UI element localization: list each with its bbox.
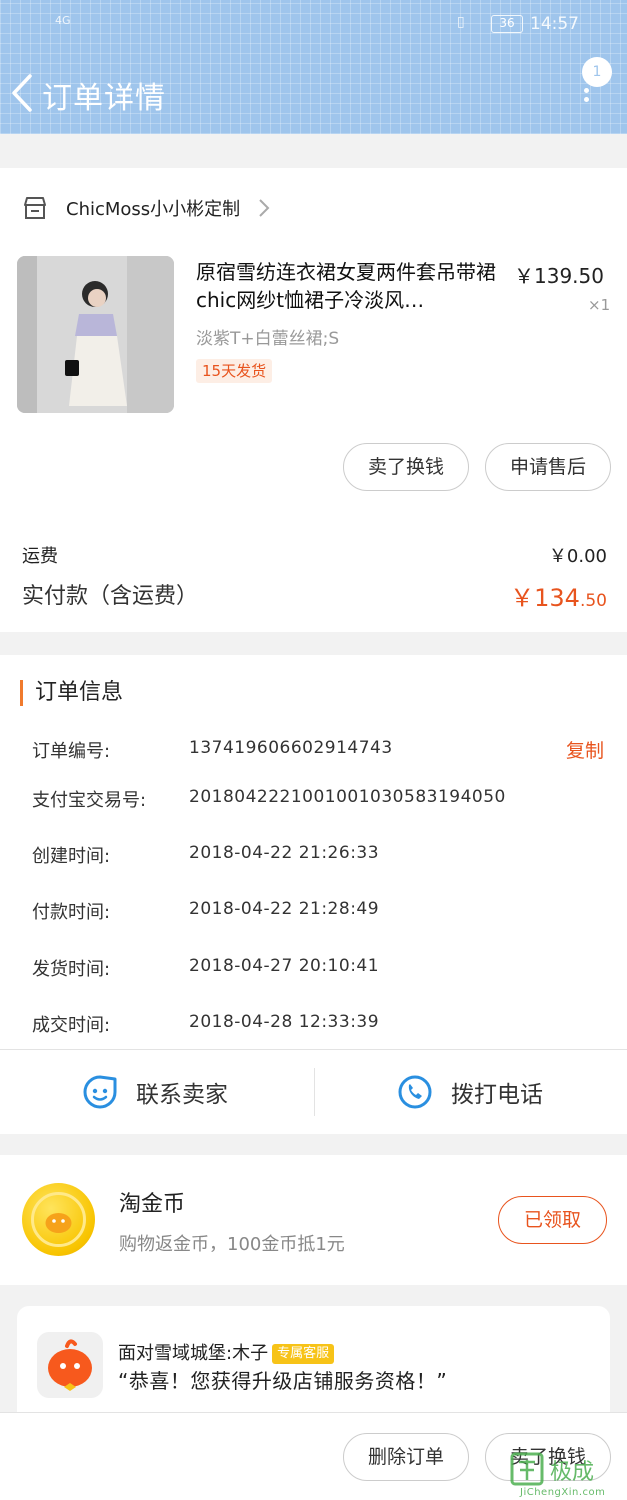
vibrate-icon: ▯ (457, 14, 465, 30)
back-button[interactable] (8, 72, 38, 114)
chat-bubble-icon (83, 1075, 117, 1109)
order-number-value: 137419606602914743 (189, 738, 393, 758)
order-number-label: 订单编号: (32, 741, 111, 762)
product-title[interactable]: 原宿雪纺连衣裙女夏两件套吊带裙chic网纱t恤裙子冷淡风… (196, 258, 496, 314)
battery-indicator: 36 (491, 15, 523, 33)
more-menu-button[interactable] (582, 88, 590, 110)
amount-paid-decimal: .50 (579, 591, 607, 611)
shop-icon (24, 197, 46, 219)
order-info-title: 订单信息 (20, 680, 123, 706)
contact-seller-button[interactable]: 联系卖家 (82, 1064, 228, 1120)
service-message: “恭喜！您获得升级店铺服务资格！” (118, 1369, 448, 1393)
amount-paid-value: ￥134.50 (510, 578, 607, 613)
shipped-time-value: 2018-04-27 20:10:41 (189, 956, 380, 976)
divider (0, 1049, 627, 1050)
call-phone-button[interactable]: 拨打电话 (397, 1064, 543, 1120)
coins-title: 淘金币 (119, 1192, 186, 1217)
delete-order-button[interactable]: 删除订单 (343, 1433, 469, 1481)
coins-description: 购物返金币，100金币抵1元 (119, 1234, 345, 1255)
more-dot-icon (583, 88, 589, 93)
service-avatar (37, 1332, 103, 1398)
shipping-tag: 15天发货 (196, 359, 273, 383)
watermark-text: 极成 (550, 1460, 595, 1485)
status-bar: 4G ▯ 36 14:57 (0, 0, 627, 48)
product-image[interactable] (17, 256, 174, 413)
deal-time-label: 成交时间: (32, 1015, 111, 1036)
taojinbi-coin-icon (22, 1183, 95, 1256)
page-title: 订单详情 (42, 81, 166, 116)
shipped-time-label: 发货时间: (32, 959, 111, 980)
phone-icon (398, 1075, 432, 1109)
sell-for-cash-button[interactable]: 卖了换钱 (343, 443, 469, 491)
divider (314, 1068, 315, 1116)
created-time-value: 2018-04-22 21:26:33 (189, 843, 380, 863)
watermark-domain: JiChengXin.com (520, 1487, 606, 1498)
call-phone-label: 拨打电话 (451, 1082, 543, 1108)
paid-time-label: 付款时间: (32, 902, 111, 923)
alipay-trade-label: 支付宝交易号: (32, 790, 147, 811)
deal-time-value: 2018-04-28 12:33:39 (189, 1012, 380, 1032)
amount-paid-integer: ￥134 (510, 584, 580, 612)
shipping-fee-value: ￥0.00 (548, 546, 607, 567)
request-aftersale-button[interactable]: 申请售后 (485, 443, 611, 491)
shop-link[interactable]: ChicMoss小小彬定制 (22, 192, 270, 224)
paid-time-value: 2018-04-22 21:28:49 (189, 899, 380, 919)
chevron-left-icon (12, 74, 32, 112)
exclusive-service-badge: 专属客服 (272, 1344, 335, 1364)
app-header: 4G ▯ 36 14:57 订单详情 1 (0, 0, 627, 134)
signal-indicator: 4G (55, 14, 71, 27)
product-price: ￥139.50 (514, 264, 604, 288)
created-time-label: 创建时间: (32, 846, 111, 867)
dress-photo (17, 256, 174, 413)
more-dot-icon (583, 97, 589, 102)
alipay-trade-value: 2018042221001001030583194050 (189, 787, 506, 807)
shop-name: ChicMoss小小彬定制 (66, 199, 241, 220)
product-quantity: ×1 (588, 296, 611, 314)
contact-seller-label: 联系卖家 (136, 1082, 228, 1108)
chevron-right-icon (259, 199, 270, 217)
shipping-fee-label: 运费 (22, 546, 58, 567)
product-spec: 淡紫T+白蕾丝裙;S (196, 329, 340, 349)
order-info-card (0, 655, 627, 1134)
copy-button[interactable]: 复制 (566, 736, 604, 763)
status-time: 14:57 (530, 14, 579, 34)
service-message-card[interactable]: 面对雪域城堡:木子 专属客服 “恭喜！您获得升级店铺服务资格！” (17, 1306, 610, 1426)
amount-paid-label: 实付款（含运费） (22, 584, 199, 609)
coins-claimed-button[interactable]: 已领取 (498, 1196, 607, 1244)
notification-badge[interactable]: 1 (582, 57, 612, 87)
service-agent-name: 面对雪域城堡:木子 专属客服 (118, 1339, 335, 1365)
service-agent-name-text: 面对雪域城堡:木子 (118, 1343, 269, 1364)
